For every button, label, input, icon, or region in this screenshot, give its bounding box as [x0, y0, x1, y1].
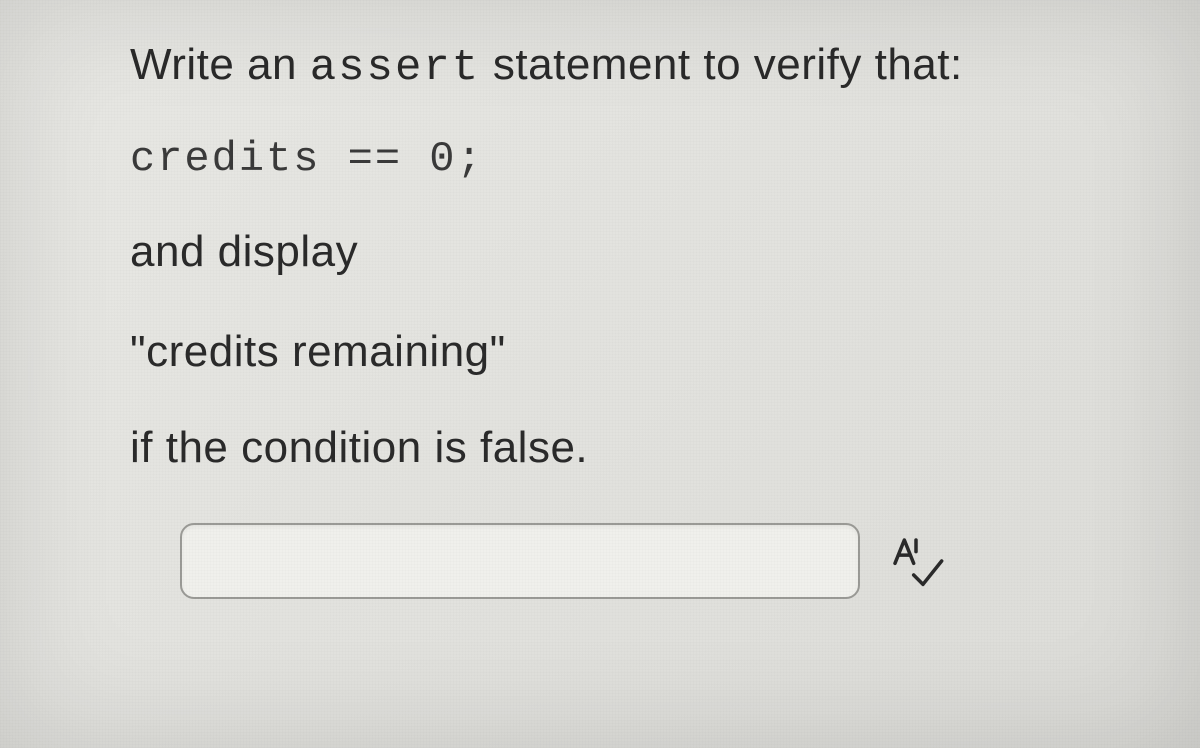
code-expression: credits == 0;: [130, 135, 1080, 183]
spellcheck-icon[interactable]: [888, 533, 944, 589]
prompt-line-3: and display: [130, 227, 1080, 277]
prompt-line-1: Write an assert statement to verify that…: [130, 40, 1080, 93]
text-prefix: Write an: [130, 40, 310, 89]
code-keyword-assert: assert: [310, 43, 480, 93]
answer-input[interactable]: [180, 523, 860, 599]
prompt-line-4: "credits remaining": [130, 327, 1080, 377]
question-panel: Write an assert statement to verify that…: [0, 0, 1200, 639]
text-suffix: statement to verify that:: [480, 40, 963, 89]
prompt-line-5: if the condition is false.: [130, 423, 1080, 473]
answer-row: [180, 523, 1080, 599]
